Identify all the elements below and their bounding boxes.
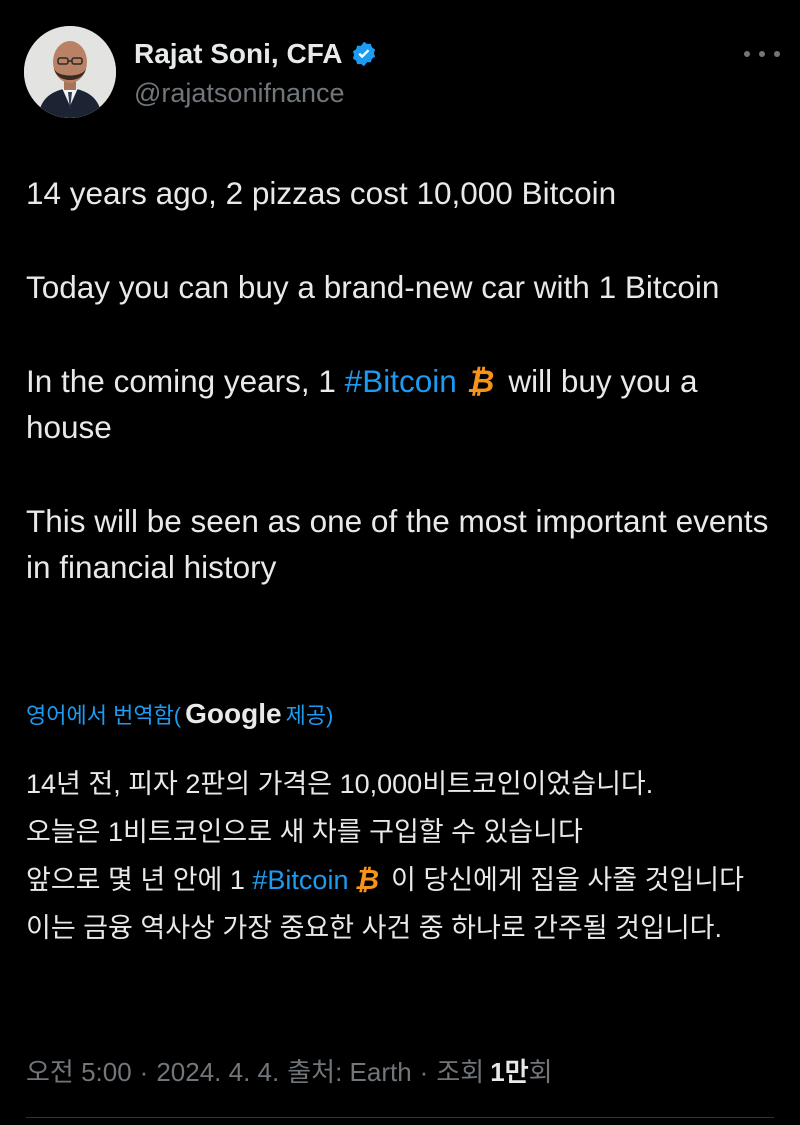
author-handle[interactable]: @rajatsonifnance [134,78,345,109]
verified-badge-icon[interactable] [350,40,378,68]
meta-separator: · [419,1057,429,1087]
views-label: 조회 [436,1057,485,1087]
tweet-paragraph-1: 14 years ago, 2 pizzas cost 10,000 Bitco… [26,175,617,211]
avatar-portrait-icon [24,26,116,118]
meta-separator: · [139,1057,149,1087]
translation-label-link[interactable]: 영어에서 번역함( Google 제공) [26,698,333,730]
author-name-row[interactable]: Rajat Soni, CFA [134,38,378,70]
google-logo-text: Google [185,698,282,729]
translated-line-4: 이는 금융 역사상 가장 중요한 사건 중 하나로 간주될 것입니다. [26,913,723,943]
translated-hashtag-link[interactable]: #Bitcoin [252,865,348,895]
tweet-paragraph-3: In the coming years, 1 #Bitcoin ₿ will buy… [26,358,776,450]
tweet-date[interactable]: 2024. 4. 4. [156,1057,279,1088]
translation-label-prefix: 영어에서 번역함( [26,703,182,728]
translation-label-suffix: 제공) [285,703,334,728]
bitcoin-icon: ₿ [354,864,380,895]
tweet-text: 14 years ago, 2 pizzas cost 10,000 Bitco… [26,170,776,638]
translated-line-3: 앞으로 몇 년 안에 1 #Bitcoin ₿ 이 당신에게 집을 사줄 것입니다 [26,856,776,904]
views-suffix: 회 [528,1057,553,1087]
tweet-meta: 오전 5:00 · 2024. 4. 4. 출처: Earth · 조회 1만 … [26,1052,553,1089]
translated-text-segment: 앞으로 몇 년 안에 1 [26,865,253,895]
tweet-paragraph-2: Today you can buy a brand-new car with 1… [26,269,720,305]
hashtag-link[interactable]: #Bitcoin [345,363,457,399]
translated-text-segment: 이 당신에게 집을 사줄 것입니다 [391,865,744,895]
tweet-paragraph-4: This will be seen as one of the most imp… [26,503,769,585]
translated-line-2: 오늘은 1비트코인으로 새 차를 구입할 수 있습니다 [26,817,583,847]
tweet-time[interactable]: 오전 5:00 [26,1052,132,1089]
tweet-header: Rajat Soni, CFA @rajatsonifnance [24,26,784,122]
more-options-icon[interactable] [744,42,780,66]
translated-line-1: 14년 전, 피자 2판의 가격은 10,000비트코인이었습니다. [26,769,654,799]
avatar[interactable] [24,26,116,118]
views-count[interactable]: 1만 [490,1052,528,1089]
tweet-source: 출처: Earth [287,1057,412,1087]
author-name[interactable]: Rajat Soni, CFA [134,38,342,70]
divider [26,1117,774,1118]
translated-text: 14년 전, 피자 2판의 가격은 10,000비트코인이었습니다. 오늘은 1… [26,760,776,952]
bitcoin-icon: ₿ [466,363,495,399]
tweet-text-segment: In the coming years, 1 [26,363,345,399]
